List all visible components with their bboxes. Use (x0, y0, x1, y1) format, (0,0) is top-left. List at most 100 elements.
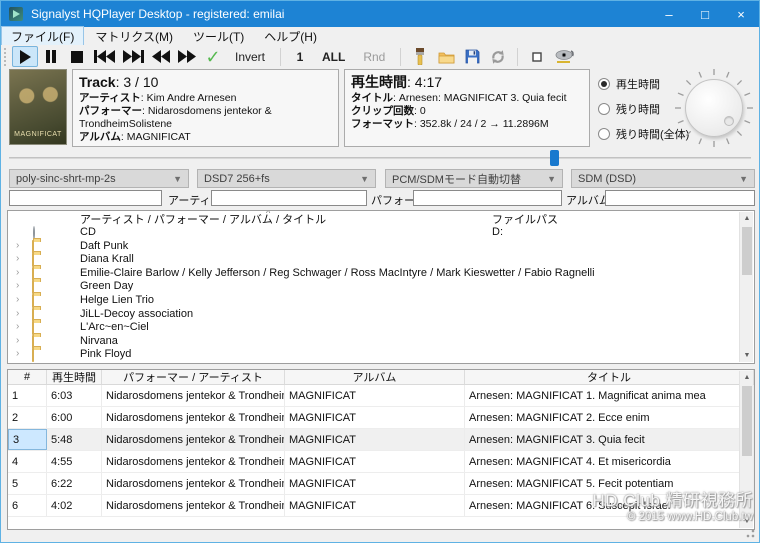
rewind-button[interactable] (148, 46, 174, 67)
maximize-button[interactable]: □ (687, 1, 723, 27)
volume-knob[interactable] (672, 66, 756, 150)
fast-forward-button[interactable] (174, 46, 200, 67)
scroll-down-icon[interactable]: ▼ (740, 349, 754, 362)
pause-icon (46, 50, 56, 63)
previous-track-button[interactable] (90, 46, 119, 67)
col-num[interactable]: # (8, 370, 47, 384)
app-icon (9, 7, 23, 21)
library-tree: ^ アーティスト / パフォーマー / アルバム / タイトル ファイルパス C… (7, 210, 755, 364)
chevron-right-icon[interactable]: › (16, 348, 28, 359)
toolbar-separator (400, 47, 402, 66)
close-button[interactable]: × (723, 1, 759, 27)
chevron-right-icon[interactable]: › (16, 321, 28, 332)
clear-playlist-button[interactable] (407, 46, 433, 67)
chevron-right-icon[interactable]: › (16, 280, 28, 291)
toolbar-grip[interactable] (4, 47, 8, 66)
track-number-line: Track: 3 / 10 (79, 74, 159, 90)
artist-filter-input[interactable] (211, 190, 367, 206)
col-title[interactable]: タイトル (465, 370, 754, 384)
repeat-one-button[interactable]: 1 (287, 46, 313, 67)
tree-item[interactable]: › Pink Floyd (8, 348, 754, 363)
resize-grip[interactable] (746, 529, 755, 538)
menu-tools[interactable]: ツール(T) (184, 27, 253, 46)
chevron-down-icon: ▼ (360, 173, 369, 184)
chevron-right-icon[interactable]: › (16, 253, 28, 264)
radio-selected-icon (598, 77, 610, 90)
tree-item[interactable]: › JiLL-Decoy association (8, 307, 754, 322)
radio-icon (598, 127, 610, 140)
toolbar-separator (280, 47, 282, 66)
clip-line: クリップ回数: 0 (351, 105, 426, 117)
menu-file[interactable]: ファイル(F) (1, 25, 85, 47)
track-info-panel: Track: 3 / 10 アーティスト: Kim Andre Arnesen … (72, 69, 339, 147)
title-bar[interactable]: Signalyst HQPlayer Desktop - registered:… (1, 1, 759, 27)
fast-forward-icon (178, 50, 196, 63)
minimize-button[interactable]: – (651, 1, 687, 27)
performer-filter-input[interactable] (413, 190, 562, 206)
watermark: HD.Club 精研視務所 © 2015 www.HD.Club.tw (592, 491, 753, 523)
col-performer[interactable]: パフォーマー / アーティスト (102, 370, 285, 384)
scrollbar-thumb[interactable] (742, 386, 752, 456)
output-device-icon (555, 49, 575, 63)
playlist-row[interactable]: 4 4:55 Nidarosdomens jentekor & Trondhei m… (8, 451, 754, 473)
chevron-down-icon: ▼ (547, 173, 556, 184)
repeat-all-button[interactable]: ALL (313, 46, 354, 67)
format-line: フォーマット: 352.8k / 24 / 2 → 11.2896M (351, 118, 549, 130)
mini-window-button[interactable] (524, 46, 550, 67)
tree-item[interactable]: › Diana Krall (8, 253, 754, 268)
chevron-right-icon[interactable]: › (16, 294, 28, 305)
tree-header[interactable]: アーティスト / パフォーマー / アルバム / タイトル ファイルパス (8, 211, 754, 226)
chevron-right-icon[interactable]: › (16, 267, 28, 278)
play-button[interactable] (12, 46, 38, 67)
album-filter-input[interactable] (605, 190, 755, 206)
confirm-button[interactable]: ✓ (200, 46, 226, 67)
filter-select[interactable]: poly-sinc-shrt-mp-2s ▼ (9, 169, 189, 188)
search-row: アーティスト パフォーマー アルバム (1, 190, 759, 207)
chevron-down-icon: ▼ (739, 173, 748, 184)
next-track-button[interactable] (119, 46, 148, 67)
playlist-row[interactable]: 2 6:00 Nidarosdomens jentekor & Trondhei m… (8, 407, 754, 429)
refresh-library-button[interactable] (485, 46, 511, 67)
tree-item[interactable]: › Helge Lien Trio (8, 293, 754, 308)
seek-handle[interactable] (550, 150, 560, 166)
seek-track[interactable] (9, 157, 751, 159)
playlist-row-current[interactable]: 3 5:48 Nidarosdomens jentekor & Trondhei m… (8, 429, 754, 451)
knob-dial[interactable] (685, 79, 743, 137)
chevron-right-icon[interactable]: › (16, 335, 28, 346)
save-playlist-button[interactable] (459, 46, 485, 67)
seek-slider[interactable] (1, 149, 759, 167)
col-album[interactable]: アルバム (285, 370, 465, 384)
random-button[interactable]: Rnd (354, 46, 394, 67)
scroll-up-icon[interactable]: ▲ (740, 212, 754, 225)
scroll-up-icon[interactable]: ▲ (740, 371, 754, 384)
output-device-button[interactable] (550, 46, 580, 67)
search-input[interactable] (9, 190, 162, 206)
toolbar: ✓ Invert 1 ALL Rnd (1, 45, 759, 68)
playback-status-panel: 再生時間: 4:17 タイトル: Arnesen: MAGNIFICAT 3. … (344, 69, 590, 147)
stop-button[interactable] (64, 46, 90, 67)
refresh-icon (492, 49, 505, 64)
tree-item[interactable]: › Nirvana (8, 334, 754, 349)
open-folder-button[interactable] (433, 46, 459, 67)
scrollbar-thumb[interactable] (742, 227, 752, 275)
output-mode-select[interactable]: SDM (DSD) ▼ (571, 169, 755, 188)
check-icon: ✓ (205, 46, 221, 67)
tree-scrollbar[interactable]: ▲ ▼ (739, 212, 753, 362)
playlist-header-row[interactable]: # 再生時間 パフォーマー / アーティスト アルバム タイトル (8, 370, 754, 385)
tree-item[interactable]: › Emilie-Claire Barlow / Kelly Jefferson… (8, 266, 754, 281)
chevron-right-icon[interactable]: › (16, 240, 28, 251)
pcm-sdm-mode-select[interactable]: PCM/SDMモード自動切替 ▼ (385, 169, 563, 188)
menu-help[interactable]: ヘルプ(H) (255, 27, 326, 46)
tree-item[interactable]: › L'Arc~en~Ciel (8, 321, 754, 336)
performer-line: パフォーマー: Nidarosdomens jentekor & Trondhe… (79, 105, 272, 130)
playlist-row[interactable]: 1 6:03 Nidarosdomens jentekor & Trondhei m… (8, 385, 754, 407)
tree-item[interactable]: › Daft Punk (8, 239, 754, 254)
invert-button[interactable]: Invert (226, 46, 274, 67)
pause-button[interactable] (38, 46, 64, 67)
tree-item-cd[interactable]: CD D: (8, 226, 754, 240)
menu-matrix[interactable]: マトリクス(M) (86, 27, 182, 46)
modulator-select[interactable]: DSD7 256+fs ▼ (197, 169, 376, 188)
tree-item[interactable]: › Green Day (8, 280, 754, 295)
col-time[interactable]: 再生時間 (47, 370, 102, 384)
chevron-right-icon[interactable]: › (16, 308, 28, 319)
